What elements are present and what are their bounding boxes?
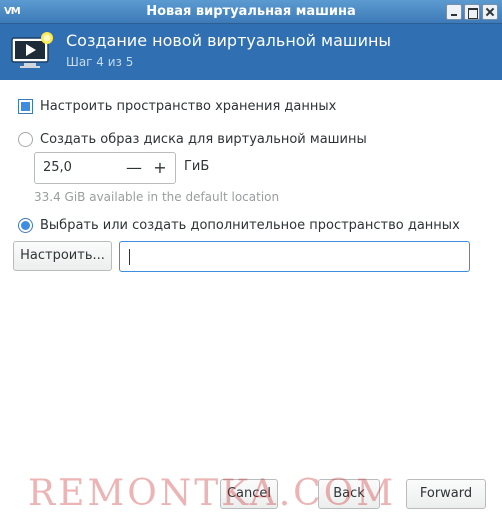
- text-cursor: [129, 249, 130, 265]
- disk-size-value[interactable]: 25,0: [43, 160, 72, 176]
- enable-storage-checkbox[interactable]: [18, 99, 33, 114]
- select-custom-storage-radio[interactable]: [18, 218, 33, 233]
- minimize-icon[interactable]: [446, 4, 462, 20]
- close-icon[interactable]: [482, 4, 498, 20]
- forward-button[interactable]: Forward: [406, 479, 486, 509]
- wizard-header: Создание новой виртуальной машины Шаг 4 …: [0, 24, 502, 80]
- create-image-radio[interactable]: [18, 132, 33, 147]
- create-image-label[interactable]: Создать образ диска для виртуальной маши…: [40, 132, 367, 148]
- storage-path-input[interactable]: [119, 241, 470, 272]
- available-space-hint: 33.4 GiB available in the default locati…: [34, 190, 280, 204]
- select-custom-storage-label[interactable]: Выбрать или создать дополнительное прост…: [40, 218, 460, 234]
- maximize-icon[interactable]: [464, 4, 480, 20]
- virtual-machine-icon: [11, 32, 53, 68]
- window-title: Новая виртуальная машина: [146, 4, 356, 19]
- disk-size-unit: ГиБ: [184, 159, 210, 174]
- manage-storage-button[interactable]: Настроить...: [13, 241, 112, 271]
- watermark: REMONTKA.COM: [28, 473, 397, 514]
- enable-storage-label[interactable]: Настроить пространство хранения данных: [40, 99, 336, 115]
- disk-size-spinbutton[interactable]: 25,0 — +: [34, 152, 176, 184]
- decrease-size-button[interactable]: —: [125, 158, 143, 178]
- wizard-step: Шаг 4 из 5: [66, 55, 134, 69]
- title-bar[interactable]: VM Новая виртуальная машина: [0, 0, 502, 24]
- increase-size-button[interactable]: +: [151, 158, 169, 178]
- wizard-title: Создание новой виртуальной машины: [66, 31, 392, 50]
